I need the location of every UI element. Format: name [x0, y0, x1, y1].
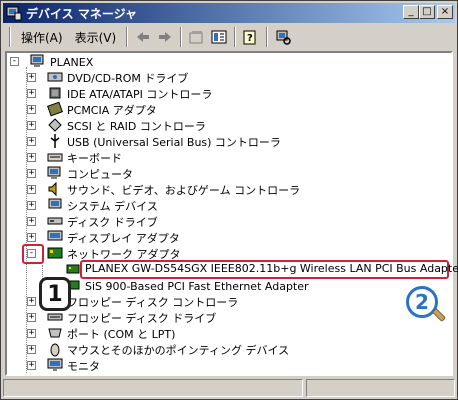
expand-button[interactable]: + — [27, 329, 36, 338]
tree-item-label: PCMCIA アダプタ — [67, 104, 157, 117]
window-title: デバイス マネージャ — [26, 6, 137, 21]
tree-item-label: マウスとそのほかのポインティング デバイス — [67, 344, 290, 357]
expand-button[interactable]: + — [27, 313, 36, 322]
tree-item-label: USB (Universal Serial Bus) コントローラ — [67, 136, 281, 149]
menu-view[interactable]: 表示(V) — [69, 27, 123, 48]
expand-button[interactable]: + — [27, 105, 36, 114]
tree-item-sis-adapter[interactable]: SiS 900-Based PCI Fast Ethernet Adapter — [65, 278, 309, 294]
toolbar-separator — [180, 27, 183, 47]
tree-category[interactable]: フロッピー ディスク ドライブ — [47, 310, 216, 326]
toolbar-separator — [126, 27, 129, 47]
tree-category[interactable]: サウンド、ビデオ、およびゲーム コントローラ — [47, 181, 301, 198]
toolbar-grip — [9, 27, 11, 47]
tree-category[interactable]: SCSI と RAID コントローラ — [47, 117, 206, 134]
tree-item-label: SiS 900-Based PCI Fast Ethernet Adapter — [85, 279, 309, 293]
properties-icon[interactable] — [186, 27, 208, 47]
network-adapter-icon — [47, 245, 67, 264]
tree-item-label: PLANEX — [50, 55, 94, 69]
tree-item-label: フロッピー ディスク コントローラ — [67, 296, 239, 309]
collapse-button[interactable]: - — [10, 57, 19, 66]
tree-item-label: ディスプレイ アダプタ — [67, 232, 180, 245]
tree-category[interactable]: USB (Universal Serial Bus) コントローラ — [47, 133, 281, 150]
expand-button[interactable]: + — [27, 185, 36, 194]
expander-highlight — [22, 244, 44, 264]
tree-category[interactable]: モニタ — [47, 358, 100, 374]
status-cell-main — [3, 379, 303, 397]
expand-button[interactable]: + — [27, 121, 36, 130]
tree-item-label: システム デバイス — [67, 200, 158, 213]
scan-hardware-icon[interactable] — [272, 27, 294, 47]
device-manager-window: デバイス マネージャ _ □ × 操作(A) 表示(V) ? - PLANEX … — [0, 0, 458, 400]
expand-button[interactable]: + — [27, 233, 36, 242]
tree-item-planex-adapter[interactable]: PLANEX GW-DS54SGX IEEE802.11b+g Wireless… — [85, 262, 458, 275]
tree-category[interactable]: DVD/CD-ROM ドライブ — [47, 70, 188, 86]
expand-button[interactable]: + — [27, 137, 36, 146]
expand-button[interactable]: + — [27, 345, 36, 354]
svg-text:?: ? — [247, 33, 253, 44]
expand-button[interactable]: + — [27, 217, 36, 226]
title-bar: デバイス マネージャ _ □ × — [3, 3, 455, 23]
expand-button[interactable]: + — [27, 73, 36, 82]
tree-item-label: フロッピー ディスク ドライブ — [67, 312, 217, 325]
tree-item-label: SCSI と RAID コントローラ — [67, 120, 206, 133]
expand-button[interactable]: + — [27, 169, 36, 178]
maximize-button[interactable]: □ — [419, 5, 435, 19]
toolbar-separator — [234, 27, 237, 47]
tree-item-label: IDE ATA/ATAPI コントローラ — [67, 88, 213, 101]
tree-item-label: サウンド、ビデオ、およびゲーム コントローラ — [67, 184, 301, 197]
close-button[interactable]: × — [437, 5, 453, 19]
status-bar — [3, 379, 455, 397]
tree-item-label: DVD/CD-ROM ドライブ — [67, 72, 189, 85]
expand-button[interactable]: + — [27, 297, 36, 306]
view-icon[interactable] — [208, 27, 230, 47]
toolbar-separator — [266, 27, 269, 47]
menu-action[interactable]: 操作(A) — [15, 27, 69, 48]
device-manager-icon — [6, 6, 22, 21]
monitor-icon — [47, 357, 67, 376]
tree-item-label: ディスク ドライブ — [67, 216, 158, 229]
expand-button[interactable]: + — [27, 361, 36, 370]
back-arrow-icon[interactable] — [132, 27, 154, 47]
status-cell-secondary — [306, 379, 455, 397]
help-icon[interactable]: ? — [240, 27, 262, 47]
tree-category[interactable]: フロッピー ディスク コントローラ — [47, 294, 238, 310]
step-1-badge: 1 — [39, 277, 71, 311]
forward-arrow-icon[interactable] — [154, 27, 176, 47]
tree-item-label: モニタ — [67, 360, 100, 373]
expand-button[interactable]: + — [27, 201, 36, 210]
tree-category[interactable]: マウスとそのほかのポインティング デバイス — [47, 342, 289, 358]
minimize-button[interactable]: _ — [403, 5, 419, 19]
tree-item-label: コンピュータ — [67, 168, 133, 181]
tree-category[interactable]: IDE ATA/ATAPI コントローラ — [47, 86, 212, 102]
tree-item-label: ポート (COM と LPT) — [67, 328, 176, 341]
expand-button[interactable]: + — [27, 153, 36, 162]
tree-item-label: キーボード — [67, 152, 122, 165]
expand-button[interactable]: + — [27, 89, 36, 98]
menu-toolbar: 操作(A) 表示(V) ? — [5, 25, 453, 49]
